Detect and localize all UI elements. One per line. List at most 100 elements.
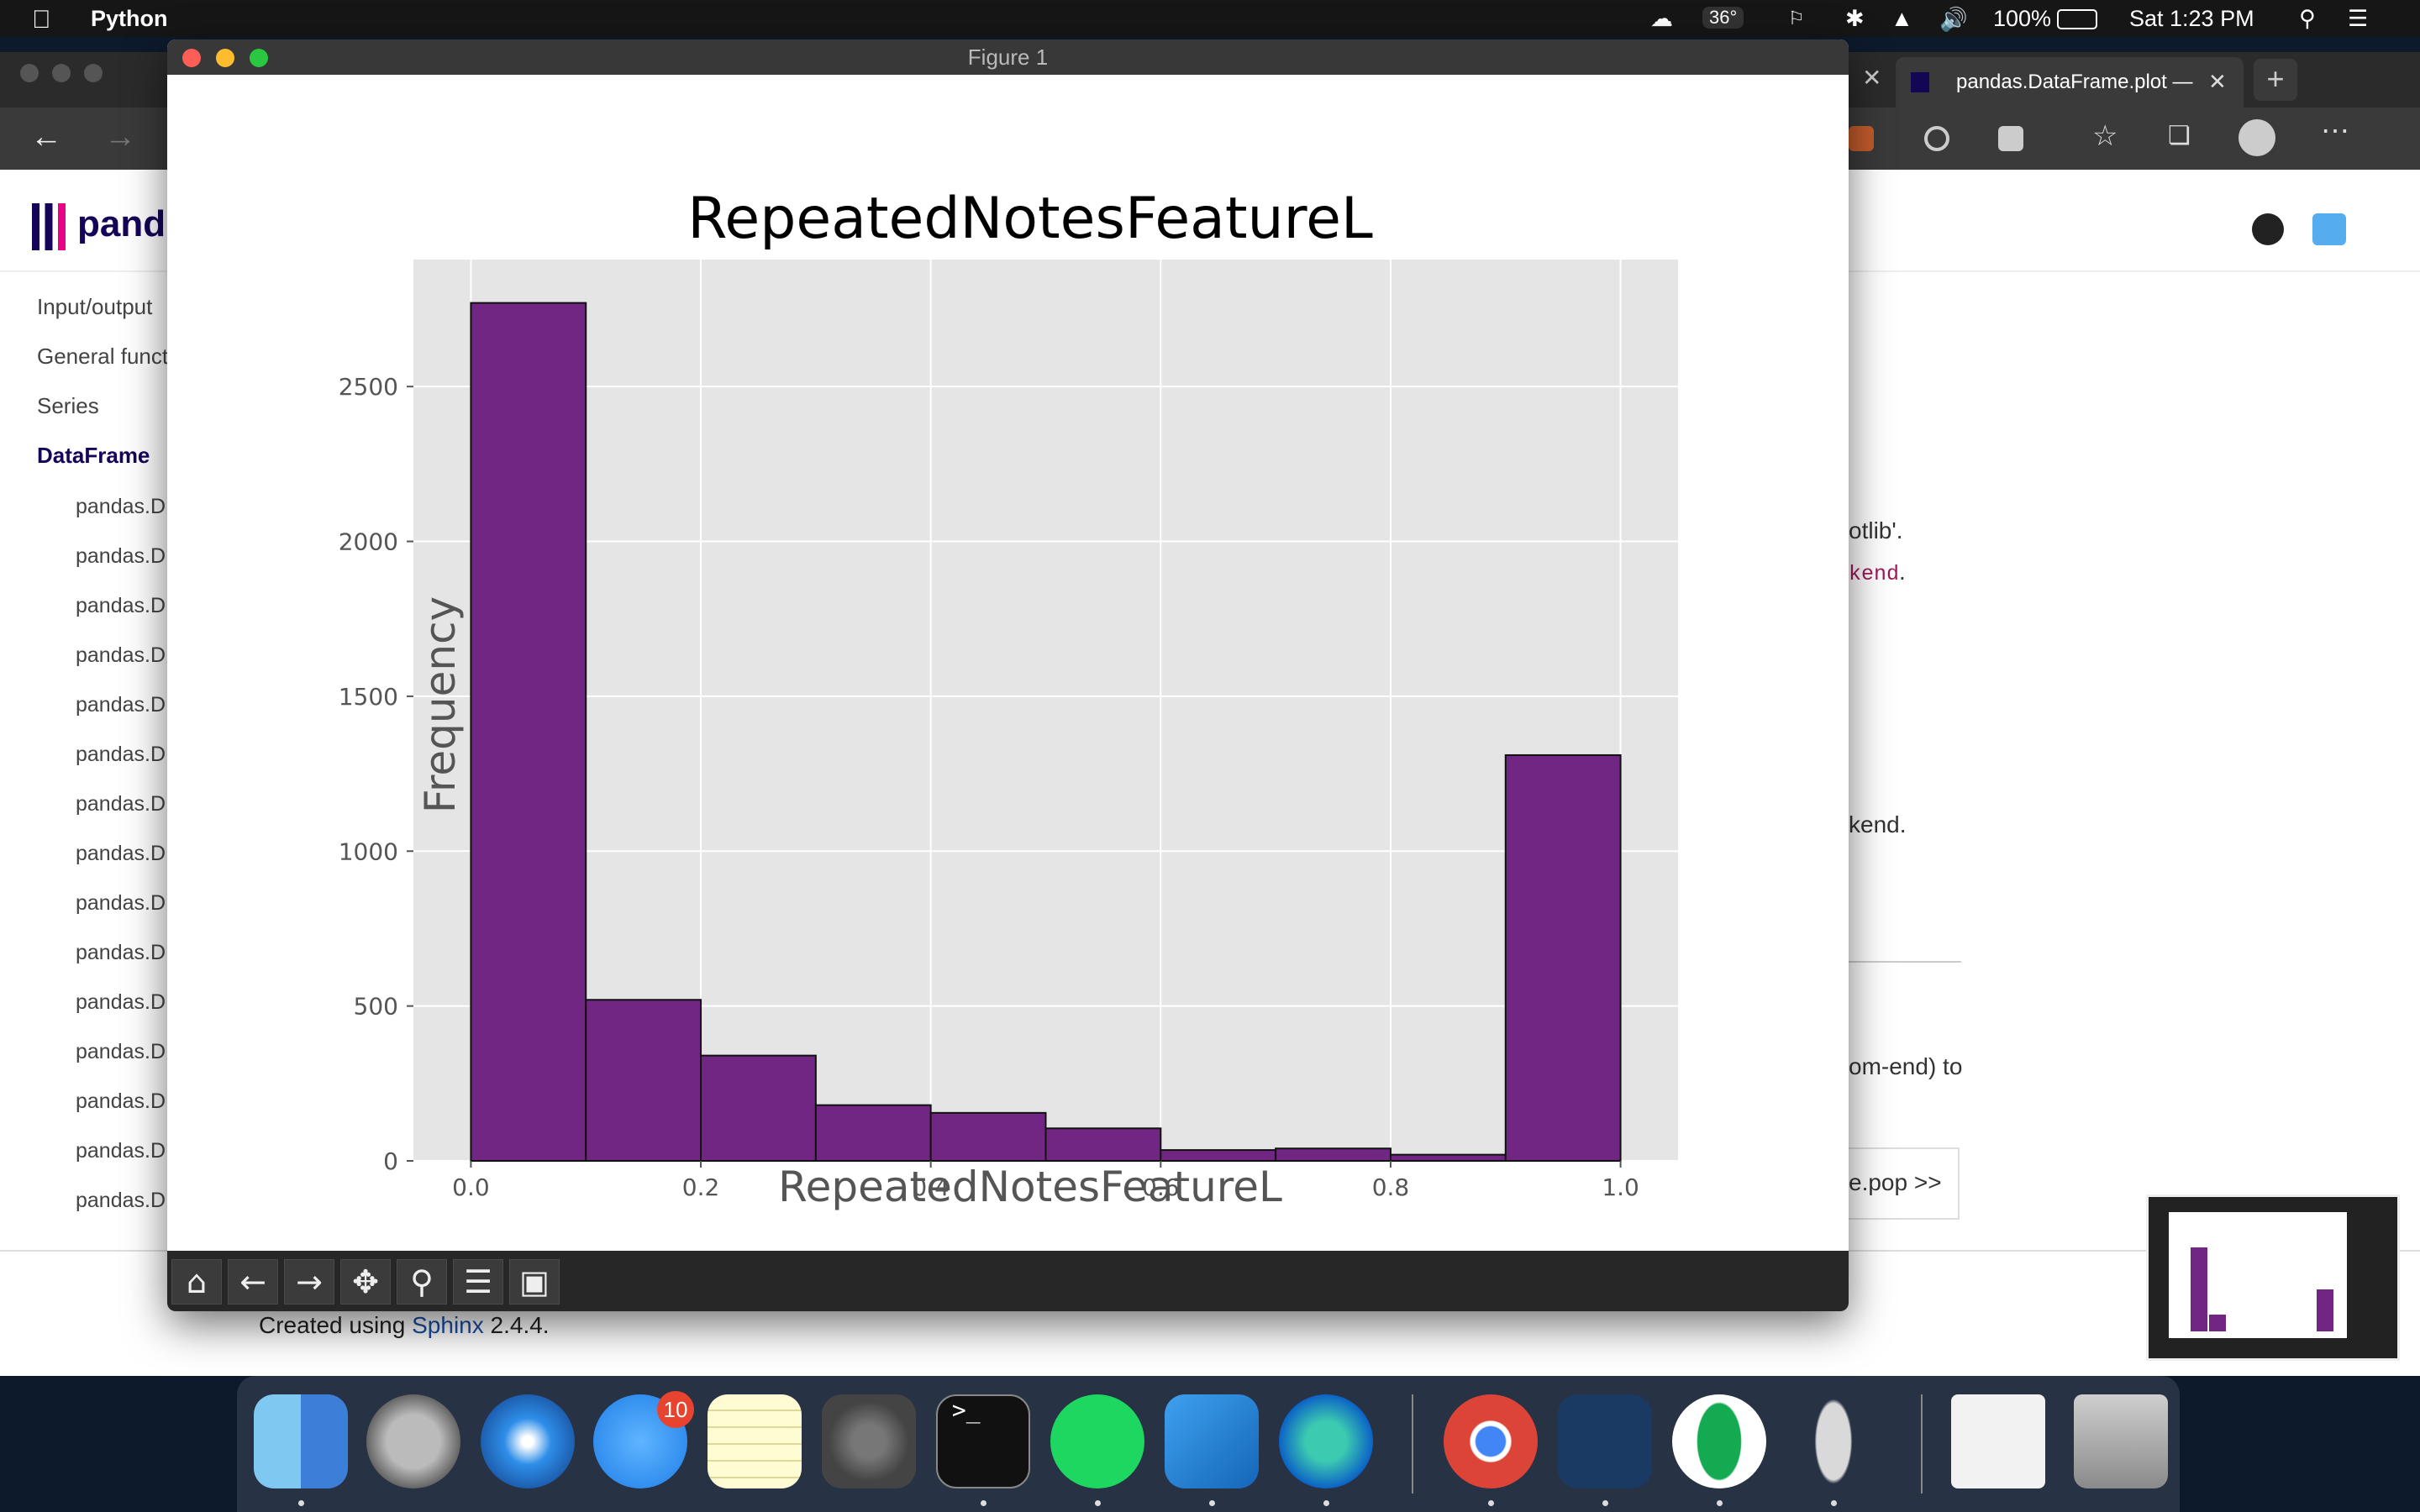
tab-close-icon[interactable]: ✕ [1862,64,1881,92]
spotlight-search-icon[interactable]: ⚲ [2299,6,2316,32]
new-tab-icon[interactable]: + [2254,59,2297,101]
sidebar-subitem[interactable]: pandas.D [76,1040,166,1064]
apple-icon[interactable]:  [32,6,51,34]
notes-icon[interactable] [708,1394,802,1488]
sidebar-item-dataframe[interactable]: DataFrame [37,443,150,469]
sidebar-item-series[interactable]: Series [37,393,99,419]
sidebar-subitem[interactable]: pandas.D [76,842,166,866]
sidebar-subitem[interactable]: pandas.D [76,941,166,965]
extension-icon[interactable] [1849,126,1874,151]
sidebar-subitem[interactable]: pandas.D [76,693,166,717]
sidebar-item-general-functions[interactable]: General funct [37,344,168,370]
thumbnail-bar [2209,1315,2226,1331]
sidebar-subitem[interactable]: pandas.D [76,792,166,816]
back-arrow-icon[interactable]: ← [228,1259,278,1305]
close-window-icon[interactable] [182,49,201,67]
github-icon[interactable] [2252,213,2284,245]
edge-icon[interactable] [1279,1394,1373,1488]
volume-icon[interactable]: 🔊 [1939,6,1968,33]
bluetooth-icon[interactable]: ✱ [1845,6,1865,32]
collections-icon[interactable]: ❏ [2168,121,2191,150]
chart-title: RepeatedNotesFeatureL [687,186,1373,252]
sidebar-subitem[interactable]: pandas.D [76,544,166,569]
inactive-minimize-dot[interactable] [52,64,71,82]
configure-subplots-icon[interactable]: ☰ [453,1259,503,1305]
safari-icon[interactable] [481,1394,575,1488]
x-axis-label: RepeatedNotesFeatureL [778,1163,1282,1211]
pandas-logo-icon [32,203,66,250]
sidebar-subitem[interactable]: pandas.D [76,643,166,668]
inactive-close-dot[interactable] [20,64,39,82]
footer-suffix: 2.4.4. [490,1312,550,1338]
home-icon[interactable]: ⌂ [171,1259,222,1305]
terminal-icon[interactable]: >_ [936,1394,1030,1488]
histogram-bar [1504,753,1622,1162]
launchpad-icon[interactable] [366,1394,460,1488]
figure-window: Figure 1 0.0 0.2 0.4 0.6 0.8 1.0 0 500 1000 1500… [167,39,1849,1311]
back-arrow-icon[interactable]: ← [30,119,62,155]
flag-icon[interactable]: ⚐ [1788,8,1805,29]
weather-widget[interactable]: 36° [1702,7,1744,29]
sidebar-subitem[interactable]: pandas.D [76,891,166,916]
next-page-button[interactable]: e.pop >> [1847,1147,1960,1220]
favorites-icon[interactable]: ☆ [2092,119,2118,153]
chrome-icon[interactable] [1444,1394,1538,1488]
extension-icon[interactable] [1924,126,1949,151]
python-launcher-icon[interactable] [1786,1394,1881,1488]
extension-icon[interactable] [1998,126,2023,151]
histogram-bar [1160,1149,1277,1162]
sidebar-subitem[interactable]: pandas.D [76,1139,166,1163]
forward-arrow-icon[interactable]: → [104,119,136,155]
sidebar-subitem[interactable]: pandas.D [76,495,166,519]
sidebar-subitem[interactable]: pandas.D [76,1189,166,1213]
sidebar-subitem[interactable]: pandas.D [76,743,166,767]
tab-close-icon[interactable]: ✕ [2208,69,2227,95]
mongodb-icon[interactable] [1672,1394,1766,1488]
sphinx-link[interactable]: Sphinx [412,1312,484,1338]
trash-icon[interactable] [2074,1394,2168,1488]
minimize-window-icon[interactable] [216,49,234,67]
messages-badge: 10 [657,1391,694,1428]
recent-document-icon[interactable] [1951,1394,2045,1488]
y-tick-label: 1000 [339,837,398,865]
menubar-clock[interactable]: Sat 1:23 PM [2129,6,2254,32]
y-tick-label: 0 [383,1147,398,1175]
sidebar-item-input-output[interactable]: Input/output [37,294,152,320]
doc-text-fragment: kend. [1849,811,1907,837]
vscode-icon[interactable] [1165,1394,1259,1488]
sidebar-subitem[interactable]: pandas.D [76,1089,166,1114]
finder-icon[interactable] [254,1394,348,1488]
footer-text: Created using Sphinx 2.4.4. [259,1312,550,1339]
histogram-bar [1044,1127,1162,1162]
tab-title: pandas.DataFrame.plot — [1956,71,2193,93]
spotify-icon[interactable] [1050,1394,1144,1488]
running-indicator [1488,1500,1494,1506]
profile-avatar[interactable] [2238,119,2275,156]
figure-title-bar[interactable]: Figure 1 [167,39,1849,75]
system-preferences-icon[interactable] [822,1394,916,1488]
more-icon[interactable]: ⋯ [2321,114,2349,148]
battery-icon[interactable] [2057,9,2097,29]
figure-toolbar: ⌂ ← → ✥ ⚲ ☰ ▣ [167,1251,1849,1311]
twitter-icon[interactable] [2312,213,2346,245]
doc-text-fragment: om-end) to [1849,1053,1963,1079]
sidebar-subitem[interactable]: pandas.D [76,990,166,1015]
tab-pandas-plot[interactable]: pandas.DataFrame.plot — ✕ [1896,57,2244,108]
site-brand[interactable]: pand [77,203,166,245]
inactive-zoom-dot[interactable] [84,64,103,82]
screenshot-thumbnail[interactable] [2146,1194,2400,1361]
wifi-icon[interactable]: ▲ [1891,6,1913,32]
zoom-icon[interactable]: ⚲ [397,1259,447,1305]
zoom-window-icon[interactable] [250,49,268,67]
save-icon[interactable]: ▣ [509,1259,560,1305]
app-menu-name[interactable]: Python [91,6,168,32]
creative-cloud-icon[interactable]: ☁ [1650,6,1673,32]
y-tick-label: 500 [354,993,398,1021]
control-center-icon[interactable]: ☰ [2348,6,2368,32]
forward-arrow-icon[interactable]: → [284,1259,334,1305]
doc-code-link[interactable]: kend [1849,562,1899,586]
mysql-workbench-icon[interactable] [1558,1394,1652,1488]
next-page-label: e.pop >> [1849,1169,1942,1195]
pan-icon[interactable]: ✥ [340,1259,391,1305]
sidebar-subitem[interactable]: pandas.D [76,594,166,618]
